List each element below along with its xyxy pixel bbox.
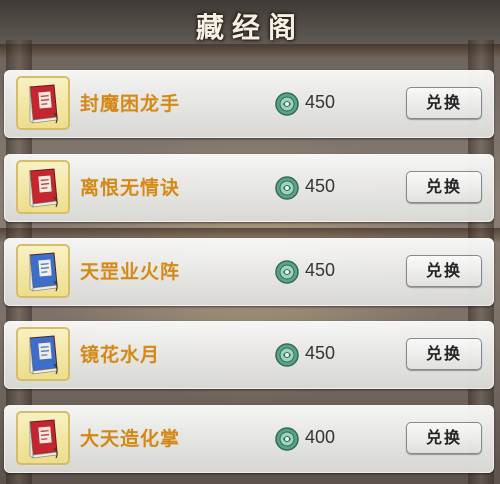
item-name: 封魔困龙手	[80, 93, 181, 115]
jade-coin-icon	[275, 343, 299, 367]
exchange-button[interactable]: 兑换	[406, 171, 482, 203]
jade-coin-icon	[275, 176, 299, 200]
list-item: 离恨无情诀 450 兑换	[4, 154, 494, 222]
item-icon-frame	[16, 411, 70, 465]
item-icon-frame	[16, 76, 70, 130]
list-item: 大天造化掌 400 兑换	[4, 405, 494, 473]
list-item: 天罡业火阵 450 兑换	[4, 238, 494, 306]
item-price: 450	[305, 92, 336, 112]
item-name: 镜花水月	[80, 344, 161, 366]
exchange-button[interactable]: 兑换	[406, 255, 482, 287]
item-price: 450	[305, 260, 336, 280]
red-book-icon	[29, 168, 58, 208]
jade-coin-icon	[275, 260, 299, 284]
blue-book-icon	[29, 335, 58, 375]
blue-book-icon	[29, 252, 58, 292]
red-book-icon	[29, 84, 58, 124]
list-item: 镜花水月 450 兑换	[4, 321, 494, 389]
item-icon-frame	[16, 160, 70, 214]
item-icon-frame	[16, 244, 70, 298]
exchange-button[interactable]: 兑换	[406, 87, 482, 119]
red-book-icon	[29, 419, 58, 459]
exchange-button[interactable]: 兑换	[406, 422, 482, 454]
item-list: 封魔困龙手 450 兑换 离恨无情诀 450 兑换 天罡业火阵 450 兑换 镜花水月 450 兑换大…	[0, 0, 500, 484]
item-price: 400	[305, 427, 336, 447]
list-item: 封魔困龙手 450 兑换	[4, 70, 494, 138]
exchange-button[interactable]: 兑换	[406, 338, 482, 370]
item-name: 天罡业火阵	[80, 261, 181, 283]
item-price: 450	[305, 343, 336, 363]
item-name: 大天造化掌	[80, 428, 181, 450]
jade-coin-icon	[275, 427, 299, 451]
item-name: 离恨无情诀	[80, 177, 181, 199]
item-icon-frame	[16, 327, 70, 381]
jade-coin-icon	[275, 92, 299, 116]
item-price: 450	[305, 176, 336, 196]
